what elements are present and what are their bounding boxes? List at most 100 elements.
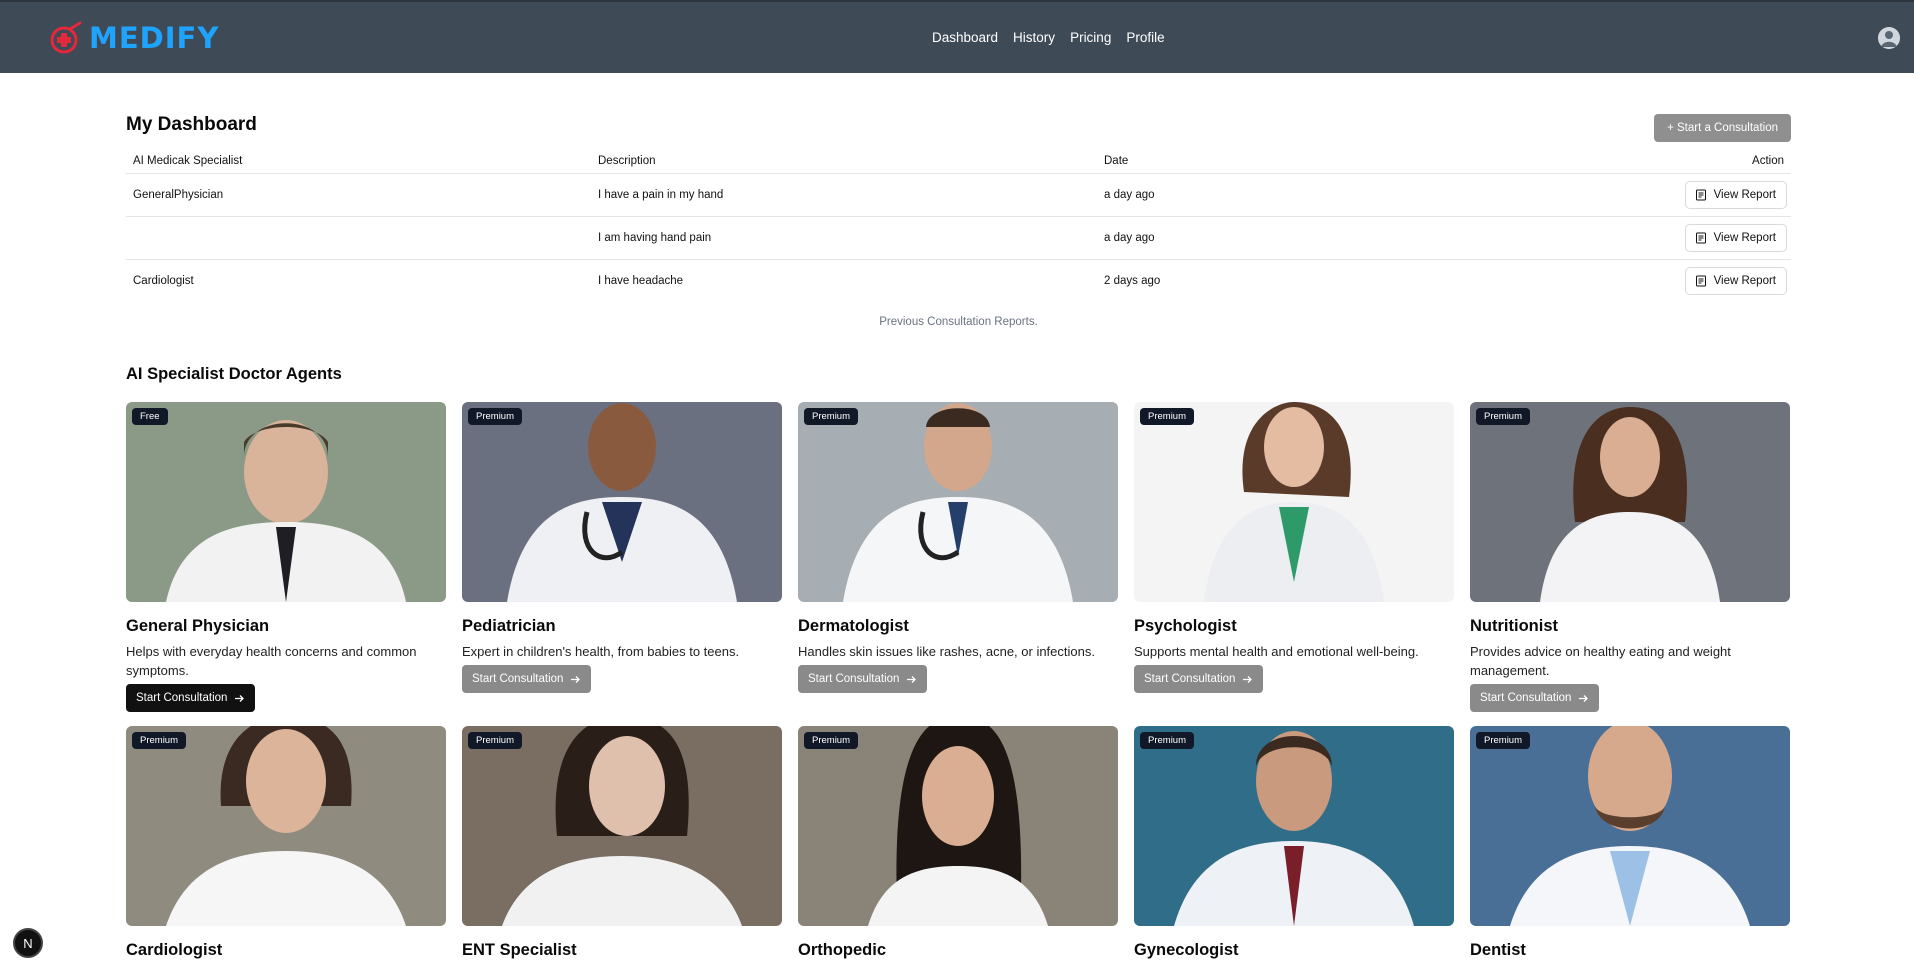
plan-badge: Premium bbox=[1476, 732, 1531, 749]
doctor-photo: Premium bbox=[798, 726, 1118, 926]
table-row: GeneralPhysician I have a pain in my han… bbox=[126, 173, 1791, 217]
doctor-photo: Premium bbox=[1470, 402, 1790, 602]
arrow-right-icon bbox=[1243, 675, 1253, 683]
doctor-card-cardiologist[interactable]: Premium Cardiologist bbox=[126, 726, 446, 960]
nav-history[interactable]: History bbox=[1013, 30, 1055, 45]
start-consultation-button[interactable]: Start Consultation bbox=[798, 665, 928, 693]
doctor-description: Handles skin issues like rashes, acne, o… bbox=[798, 644, 1095, 659]
start-consultation-label: Start Consultation bbox=[1144, 673, 1236, 685]
plan-badge: Free bbox=[132, 408, 168, 425]
doctor-photo: Premium bbox=[1134, 402, 1454, 602]
table-row: I am having hand pain a day ago View Rep… bbox=[126, 216, 1791, 260]
doctor-portrait-icon bbox=[798, 402, 1118, 602]
row-description: I have a pain in my hand bbox=[591, 173, 1097, 217]
top-navbar: MEDIFY Dashboard History Pricing Profile bbox=[0, 0, 1914, 73]
doctor-photo: Premium bbox=[1134, 726, 1454, 926]
doctor-name: Cardiologist bbox=[126, 941, 223, 959]
doctor-description: Expert in children's health, from babies… bbox=[462, 644, 740, 659]
start-consultation-label: Start Consultation bbox=[808, 673, 900, 685]
arrow-right-icon bbox=[907, 675, 917, 683]
start-consultation-button[interactable]: Start Consultation bbox=[1470, 684, 1600, 712]
doctor-card-gynecologist[interactable]: Premium Gynecologist bbox=[1134, 726, 1454, 960]
brand-name: MEDIFY bbox=[89, 21, 220, 55]
nav-dashboard[interactable]: Dashboard bbox=[932, 30, 998, 45]
nav-profile[interactable]: Profile bbox=[1126, 30, 1164, 45]
doctor-card-orthopedic[interactable]: Premium Orthopedic bbox=[798, 726, 1118, 960]
start-consultation-button[interactable]: Start Consultation bbox=[126, 684, 256, 712]
row-date: a day ago bbox=[1097, 173, 1363, 217]
brand-logo[interactable]: MEDIFY bbox=[47, 21, 219, 55]
column-header-action: Action bbox=[1362, 149, 1791, 174]
doctor-name: Pediatrician bbox=[462, 617, 556, 635]
consultation-history-table: AI Medicak Specialist Description Date A… bbox=[126, 149, 1791, 302]
user-avatar[interactable] bbox=[1878, 27, 1900, 49]
doctor-card-pediatrician[interactable]: Premium Pediatrician Expert in children'… bbox=[462, 402, 782, 693]
doctor-name: Gynecologist bbox=[1134, 941, 1239, 959]
doctor-portrait-icon bbox=[1470, 726, 1790, 926]
column-header-specialist: AI Medicak Specialist bbox=[126, 149, 591, 174]
doctor-name: General Physician bbox=[126, 617, 270, 635]
doctor-photo: Premium bbox=[462, 402, 782, 602]
doctor-photo: Premium bbox=[462, 726, 782, 926]
plan-badge: Premium bbox=[468, 732, 523, 749]
row-specialist: GeneralPhysician bbox=[126, 173, 591, 217]
dev-tools-badge[interactable]: N bbox=[13, 928, 43, 958]
row-specialist bbox=[126, 216, 591, 260]
table-caption: Previous Consultation Reports. bbox=[879, 316, 1038, 328]
doctor-portrait-icon bbox=[1470, 402, 1790, 602]
doctor-card-dermatologist[interactable]: Premium Dermatologist Handles skin issue… bbox=[798, 402, 1118, 693]
doctor-name: Nutritionist bbox=[1470, 617, 1558, 635]
report-icon bbox=[1695, 232, 1706, 243]
doctor-portrait-icon bbox=[798, 726, 1118, 926]
column-header-description: Description bbox=[591, 149, 1097, 174]
plan-badge: Premium bbox=[1140, 408, 1195, 425]
doctor-name: Orthopedic bbox=[798, 941, 887, 959]
doctor-description: Provides advice on healthy eating and we… bbox=[1470, 644, 1731, 678]
start-consultation-button[interactable]: + Start a Consultation bbox=[1654, 114, 1791, 142]
plan-badge: Premium bbox=[468, 408, 523, 425]
column-header-date: Date bbox=[1097, 149, 1363, 174]
section-title-agents: AI Specialist Doctor Agents bbox=[126, 365, 342, 383]
start-consultation-button[interactable]: Start Consultation bbox=[1134, 665, 1264, 693]
doctor-portrait-icon bbox=[1134, 726, 1454, 926]
start-consultation-button[interactable]: Start Consultation bbox=[462, 665, 592, 693]
doctor-portrait-icon bbox=[1134, 402, 1454, 602]
plan-badge: Premium bbox=[1140, 732, 1195, 749]
view-report-button[interactable]: View Report bbox=[1684, 266, 1787, 295]
plan-badge: Premium bbox=[804, 408, 859, 425]
arrow-right-icon bbox=[1579, 694, 1589, 702]
table-row: Cardiologist I have headache 2 days ago … bbox=[126, 259, 1791, 302]
doctor-card-dentist[interactable]: Premium Dentist bbox=[1470, 726, 1790, 960]
nav-pricing[interactable]: Pricing bbox=[1070, 30, 1111, 45]
doctor-card-psychologist[interactable]: Premium Psychologist Supports mental hea… bbox=[1134, 402, 1454, 693]
doctor-photo: Free bbox=[126, 402, 446, 602]
start-consultation-label: Start Consultation bbox=[472, 673, 564, 685]
doctor-portrait-icon bbox=[462, 726, 782, 926]
doctor-card-nutritionist[interactable]: Premium Nutritionist Provides advice on … bbox=[1470, 402, 1790, 712]
doctor-card-ent-specialist[interactable]: Premium ENT Specialist bbox=[462, 726, 782, 960]
doctor-name: Dentist bbox=[1470, 941, 1526, 959]
view-report-label: View Report bbox=[1713, 274, 1776, 287]
view-report-button[interactable]: View Report bbox=[1684, 180, 1787, 209]
doctor-portrait-icon bbox=[126, 402, 446, 602]
start-consultation-label: Start Consultation bbox=[136, 692, 228, 704]
report-icon bbox=[1695, 189, 1706, 200]
doctor-photo: Premium bbox=[798, 402, 1118, 602]
doctor-description: Helps with everyday health concerns and … bbox=[126, 644, 417, 678]
plan-badge: Premium bbox=[1476, 408, 1531, 425]
doctor-name: Psychologist bbox=[1134, 617, 1237, 635]
main-nav: Dashboard History Pricing Profile bbox=[932, 30, 1165, 45]
view-report-button[interactable]: View Report bbox=[1684, 223, 1787, 252]
report-icon bbox=[1695, 275, 1706, 287]
arrow-right-icon bbox=[571, 675, 581, 683]
doctor-card-general-physician[interactable]: Free General Physician Helps with everyd… bbox=[126, 402, 446, 712]
row-specialist: Cardiologist bbox=[133, 274, 194, 287]
doctor-name: Dermatologist bbox=[798, 617, 909, 635]
page-title: My Dashboard bbox=[126, 114, 257, 135]
plan-badge: Premium bbox=[804, 732, 859, 749]
view-report-label: View Report bbox=[1713, 231, 1776, 244]
doctor-portrait-icon bbox=[462, 402, 782, 602]
row-description: I have headache bbox=[598, 274, 684, 287]
row-description: I am having hand pain bbox=[591, 216, 1097, 260]
table-header-row: AI Medicak Specialist Description Date A… bbox=[126, 149, 1791, 174]
